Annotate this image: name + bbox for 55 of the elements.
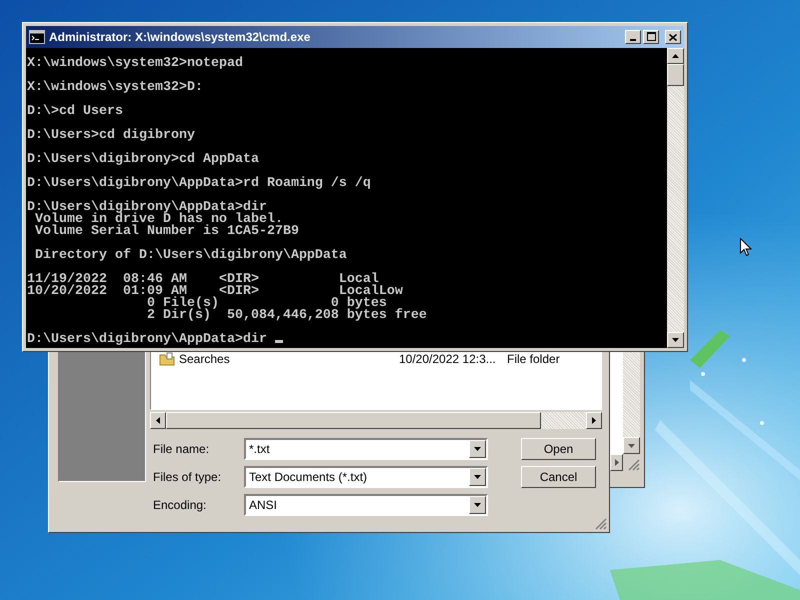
scrollbar[interactable]	[623, 352, 640, 454]
scroll-left-button[interactable]	[150, 412, 166, 429]
close-icon	[669, 34, 677, 40]
console-line: 0 File(s) 0 bytes	[146, 298, 388, 310]
minimize-button[interactable]	[625, 30, 641, 44]
combo-box[interactable]: *.txt	[244, 438, 488, 460]
file-type: File folder	[507, 352, 560, 366]
up-arrow-icon	[672, 54, 679, 58]
down-arrow-icon	[474, 475, 481, 479]
modified-date: 10/20/2022 12:3...	[399, 352, 497, 366]
scrollbar[interactable]	[610, 454, 623, 471]
open-button[interactable]: Open	[521, 438, 596, 460]
dropdown-button[interactable]	[469, 468, 486, 486]
dropdown-button[interactable]	[469, 440, 486, 458]
left-arrow-icon	[156, 417, 160, 424]
scroll-thumb[interactable]	[667, 64, 684, 86]
resize-grip-icon[interactable]	[595, 518, 607, 530]
window-title: Administrator: X:\windows\system32\cmd.exe	[49, 30, 310, 44]
console-line: D:\Users\digibrony\AppData>rd Roaming /s /q	[27, 178, 372, 190]
resize-grip-icon[interactable]	[628, 459, 640, 471]
console-icon	[29, 30, 45, 44]
combo-box[interactable]: ANSI	[244, 494, 488, 516]
text-cursor	[274, 340, 283, 343]
console-line: D:\>cd Users	[27, 106, 124, 118]
console-line: D:\Users\digibrony\AppData>dir	[27, 202, 267, 214]
cancel-button[interactable]: Cancel	[521, 466, 596, 488]
scroll-thumb[interactable]	[166, 412, 541, 429]
down-arrow-icon	[474, 447, 481, 451]
down-arrow-icon	[628, 444, 635, 448]
scroll-right-button[interactable]	[586, 412, 602, 429]
maximize-icon	[646, 32, 656, 41]
dropdown-button[interactable]	[469, 496, 486, 514]
console-line: D:\Users\digibrony>cd AppData	[27, 154, 260, 166]
pointer-icon	[740, 238, 752, 257]
scrollbar[interactable]	[667, 48, 684, 348]
console-line: Volume Serial Number is 1CA5-27B9	[34, 226, 300, 238]
scroll-down-button[interactable]	[667, 332, 684, 348]
scroll-down-button[interactable]	[623, 437, 640, 454]
scrollbar[interactable]	[150, 412, 602, 429]
scroll-up-button[interactable]	[667, 48, 684, 64]
maximize-button[interactable]	[643, 30, 659, 44]
console-line: D:\Users>cd digibrony	[27, 130, 196, 142]
field-label: File name:	[152, 442, 210, 456]
console-line: X:\windows\system32>D:	[27, 82, 204, 94]
field-label: Encoding:	[152, 498, 208, 512]
right-arrow-icon	[614, 459, 618, 466]
combo-box[interactable]: Text Documents (*.txt)	[244, 466, 488, 488]
console-line: Directory of D:\Users\digibrony\AppData	[34, 250, 348, 262]
down-arrow-icon	[474, 503, 481, 507]
down-arrow-icon	[672, 338, 679, 342]
field-label: Files of type:	[152, 470, 222, 484]
file-name[interactable]: Searches	[179, 352, 395, 366]
close-button[interactable]	[665, 30, 681, 44]
console-line: X:\windows\system32>notepad	[27, 58, 244, 70]
right-arrow-icon	[592, 417, 596, 424]
